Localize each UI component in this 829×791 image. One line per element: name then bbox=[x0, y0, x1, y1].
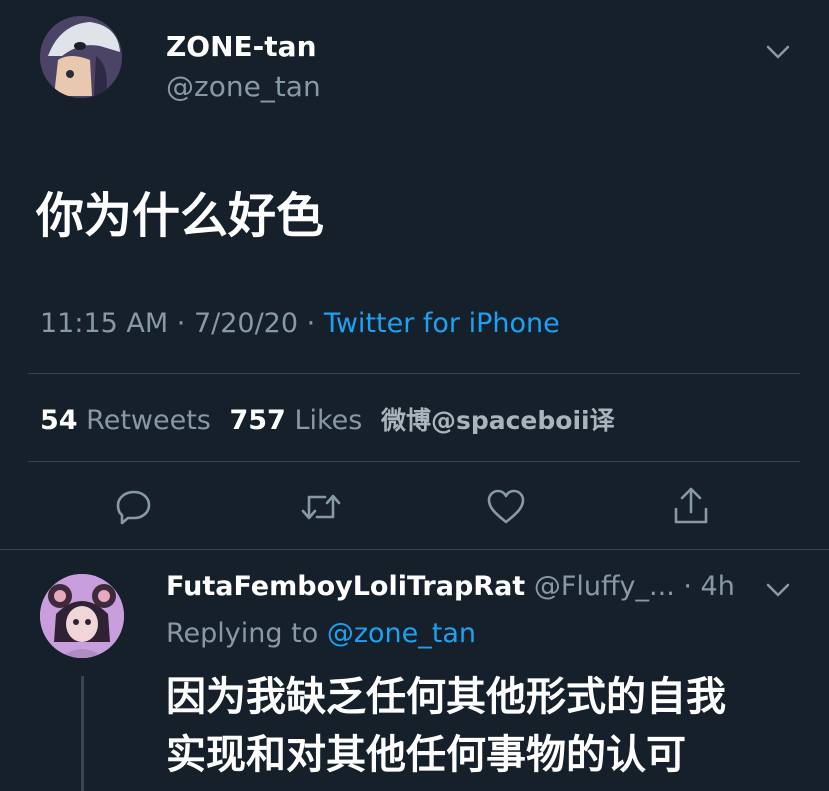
reply-author-avatar[interactable] bbox=[40, 574, 124, 658]
tweet-meta: 11:15 AM · 7/20/20 · Twitter for iPhone bbox=[40, 308, 560, 339]
retweet-icon[interactable] bbox=[299, 487, 343, 527]
tweet-source-link[interactable]: Twitter for iPhone bbox=[324, 308, 560, 339]
likes-stat[interactable]: 757 Likes bbox=[229, 405, 370, 436]
divider bbox=[0, 549, 829, 550]
retweets-stat[interactable]: 54 Retweets bbox=[40, 405, 219, 436]
divider bbox=[28, 461, 800, 462]
divider bbox=[28, 373, 800, 374]
tweet-date[interactable]: 7/20/20 bbox=[194, 308, 298, 339]
likes-label: Likes bbox=[294, 405, 363, 436]
author-handle[interactable]: @zone_tan bbox=[166, 70, 321, 103]
author-avatar[interactable] bbox=[40, 16, 122, 98]
reply-author-handle[interactable]: @Fluffy_... bbox=[534, 571, 675, 602]
tweet-stats: 54 Retweets 757 Likes 微博@spaceboii译 bbox=[40, 401, 615, 437]
reply-text-line-1: 因为我缺乏任何其他形式的自我 bbox=[166, 674, 726, 720]
like-icon[interactable] bbox=[486, 487, 526, 527]
meta-separator: · bbox=[306, 308, 316, 339]
weibo-watermark: 微博@spaceboii译 bbox=[380, 406, 615, 435]
tweet-time[interactable]: 11:15 AM bbox=[40, 308, 168, 339]
tweet-text: 你为什么好色 bbox=[36, 188, 325, 244]
reply-time[interactable]: · 4h bbox=[683, 571, 734, 602]
retweets-label: Retweets bbox=[86, 405, 211, 436]
chevron-down-icon[interactable] bbox=[764, 580, 792, 600]
reply-author-name[interactable]: FutaFemboyLoliTrapRat bbox=[166, 571, 525, 602]
share-icon[interactable] bbox=[671, 485, 711, 527]
reply-text-line-2: 实现和对其他任何事物的认可 bbox=[166, 732, 686, 778]
replying-to-label: Replying to bbox=[166, 618, 319, 649]
reply-icon[interactable] bbox=[114, 487, 154, 527]
replying-to-handle[interactable]: @zone_tan bbox=[327, 618, 476, 649]
likes-count: 757 bbox=[229, 405, 286, 436]
reply-thread-line bbox=[81, 676, 84, 791]
replying-to: Replying to @zone_tan bbox=[166, 618, 476, 649]
meta-separator: · bbox=[176, 308, 186, 339]
retweets-count: 54 bbox=[40, 405, 78, 436]
reply-header: FutaFemboyLoliTrapRat @Fluffy_... · 4h bbox=[166, 571, 735, 602]
author-name[interactable]: ZONE-tan bbox=[166, 30, 317, 63]
chevron-down-icon[interactable] bbox=[764, 42, 792, 62]
